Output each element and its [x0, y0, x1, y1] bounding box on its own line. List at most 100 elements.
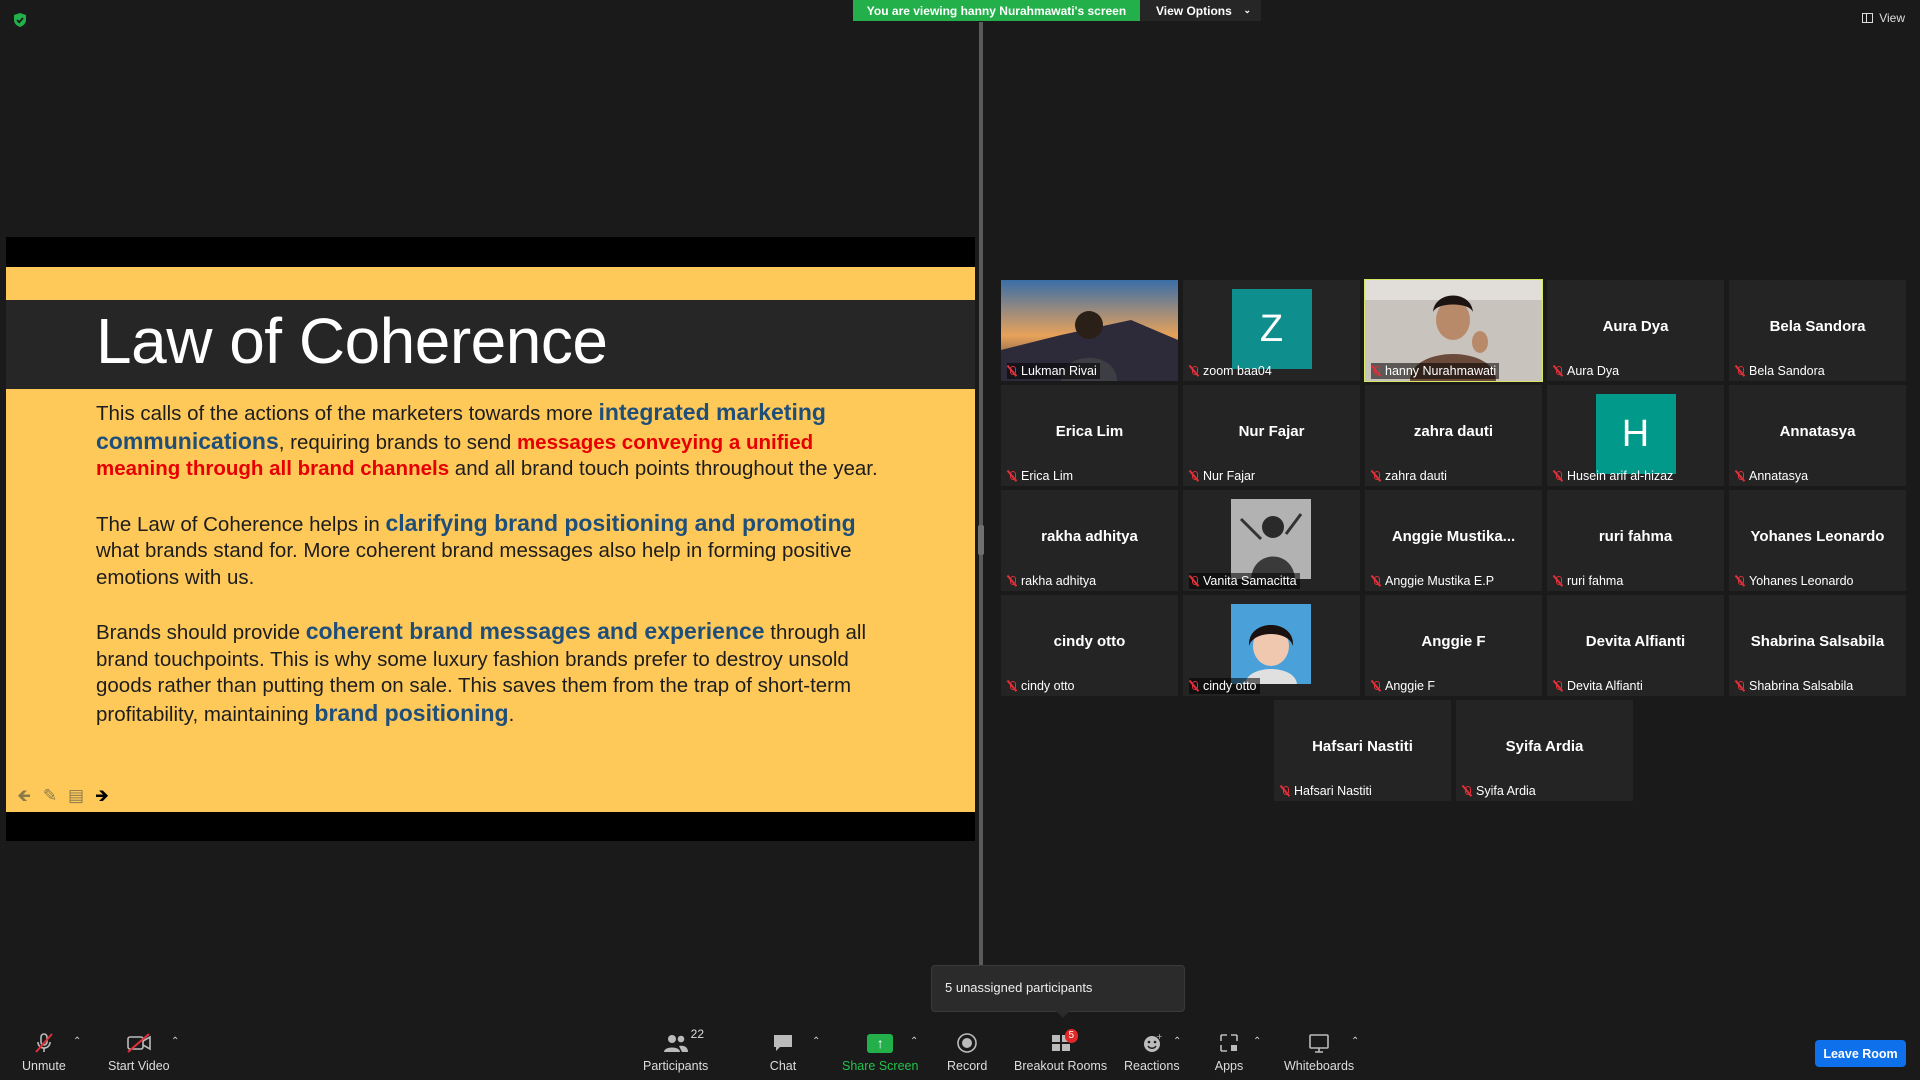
participant-tile[interactable]: H Husein arif al-hizaz: [1547, 385, 1724, 486]
leave-room-label: Leave Room: [1823, 1046, 1898, 1061]
participant-tile[interactable]: Bela Sandora Bela Sandora: [1729, 280, 1906, 381]
apps-button[interactable]: Apps: [1214, 1031, 1244, 1073]
meeting-window: You are viewing hanny Nurahmawati's scre…: [0, 0, 1920, 1080]
p3-text-a: Brands should provide: [96, 621, 306, 644]
audio-options-caret-icon[interactable]: ⌃: [73, 1036, 81, 1047]
shared-screen: Law of Coherence This calls of the actio…: [6, 237, 975, 841]
participant-name-label: Annatasya: [1735, 468, 1811, 484]
slideshow-controls: 🡸 ✎ ▤ 🡺: [14, 787, 112, 805]
view-options-button[interactable]: View Options ⌄: [1140, 0, 1261, 21]
participant-name-label: Anggie Mustika E.P: [1371, 573, 1497, 589]
participant-name: Annatasya: [1749, 469, 1809, 483]
participant-tile[interactable]: Lukman Rivai: [1001, 280, 1178, 381]
share-options-caret-icon[interactable]: ⌃: [910, 1036, 918, 1047]
participant-name-label: cindy otto: [1007, 678, 1078, 694]
start-video-button[interactable]: Start Video: [108, 1031, 170, 1073]
participants-count: 22: [690, 1027, 705, 1041]
presentation-slide: Law of Coherence This calls of the actio…: [6, 267, 975, 812]
participant-tile[interactable]: zahra dauti zahra dauti: [1365, 385, 1542, 486]
chat-options-caret-icon[interactable]: ⌃: [812, 1036, 820, 1047]
chat-icon: [768, 1031, 798, 1055]
participant-tile[interactable]: Hafsari Nastiti Hafsari Nastiti: [1274, 700, 1451, 801]
participant-tile[interactable]: Aura Dya Aura Dya: [1547, 280, 1724, 381]
microphone-muted-icon: [1553, 470, 1563, 482]
slide-paragraph-3: Brands should provide coherent brand mes…: [96, 618, 896, 728]
record-icon: [952, 1031, 982, 1055]
slide-menu-icon[interactable]: ▤: [66, 787, 86, 805]
participant-name: ruri fahma: [1567, 574, 1624, 588]
share-screen-button[interactable]: ↑ Share Screen: [842, 1031, 918, 1073]
pen-icon[interactable]: ✎: [40, 787, 60, 805]
p1-text-c: , requiring brands to send: [278, 430, 517, 454]
whiteboards-caret-icon[interactable]: ⌃: [1351, 1036, 1359, 1047]
leave-room-button[interactable]: Leave Room: [1815, 1040, 1906, 1067]
view-options-label: View Options: [1156, 3, 1232, 18]
security-shield-icon[interactable]: [12, 12, 28, 28]
breakout-rooms-button[interactable]: 5 Breakout Rooms: [1014, 1029, 1107, 1073]
participant-name: zahra dauti: [1385, 469, 1447, 483]
participant-name-label: Yohanes Leonardo: [1735, 573, 1857, 589]
previous-slide-icon[interactable]: 🡸: [14, 787, 34, 805]
video-options-caret-icon[interactable]: ⌃: [171, 1036, 179, 1047]
tooltip-text: 5 unassigned participants: [945, 980, 1093, 995]
participant-display-name: Devita Alfianti: [1585, 633, 1686, 650]
share-screen-icon-wrap: ↑: [865, 1031, 895, 1055]
participant-name: Yohanes Leonardo: [1749, 574, 1854, 588]
share-screen-label: Share Screen: [842, 1059, 919, 1073]
unassigned-participants-tooltip[interactable]: 5 unassigned participants: [931, 965, 1185, 1018]
slide-top-strip: [6, 267, 975, 300]
divider-drag-handle[interactable]: [978, 525, 984, 555]
participant-tile[interactable]: Zzoom baa04: [1183, 280, 1360, 381]
record-button[interactable]: Record: [947, 1031, 987, 1073]
record-label: Record: [947, 1059, 988, 1073]
participant-tile[interactable]: Devita Alfianti Devita Alfianti: [1547, 595, 1724, 696]
apps-label: Apps: [1214, 1059, 1244, 1073]
participant-tile[interactable]: Yohanes Leonardo Yohanes Leonardo: [1729, 490, 1906, 591]
whiteboards-button[interactable]: Whiteboards: [1284, 1031, 1354, 1073]
participant-tile[interactable]: Shabrina Salsabila Shabrina Salsabila: [1729, 595, 1906, 696]
view-layout-button[interactable]: View: [1862, 11, 1905, 25]
participant-name-label: Husein arif al-hizaz: [1553, 468, 1676, 484]
participant-name-label: cindy otto: [1189, 678, 1260, 694]
participant-name-label: Shabrina Salsabila: [1735, 678, 1856, 694]
participant-tile[interactable]: hanny Nurahmawati: [1364, 279, 1543, 382]
p3-highlight-blue: coherent brand messages and experience: [305, 618, 765, 644]
participant-tile[interactable]: rakha adhitya rakha adhitya: [1001, 490, 1178, 591]
chevron-down-icon: ⌄: [1243, 5, 1251, 15]
participant-display-name: Anggie Mustika...: [1391, 528, 1516, 545]
unmute-button[interactable]: Unmute: [22, 1031, 66, 1073]
microphone-muted-icon: [1371, 575, 1381, 587]
participant-tile[interactable]: cindy otto cindy otto: [1001, 595, 1178, 696]
participant-name-label: ruri fahma: [1553, 573, 1626, 589]
participant-name: Erica Lim: [1021, 469, 1074, 483]
microphone-muted-icon: [1371, 365, 1381, 377]
participants-button[interactable]: 22 Participants: [643, 1027, 708, 1073]
apps-caret-icon[interactable]: ⌃: [1253, 1036, 1261, 1047]
participant-name: cindy otto: [1021, 679, 1075, 693]
participant-tile[interactable]: Vanita Samacitta: [1183, 490, 1360, 591]
p1-text-e: and all brand touch points throughout th…: [449, 457, 878, 480]
participant-name-label: Bela Sandora: [1735, 363, 1828, 379]
participant-tile[interactable]: Syifa Ardia Syifa Ardia: [1456, 700, 1633, 801]
split-view-divider[interactable]: [979, 22, 983, 965]
next-slide-icon[interactable]: 🡺: [92, 787, 112, 805]
participant-tile[interactable]: Nur Fajar Nur Fajar: [1183, 385, 1360, 486]
p3-text-e: .: [508, 702, 515, 726]
participant-tile[interactable]: Annatasya Annatasya: [1729, 385, 1906, 486]
participant-name-label: Syifa Ardia: [1462, 783, 1539, 799]
reactions-caret-icon[interactable]: ⌃: [1173, 1036, 1181, 1047]
participant-tile[interactable]: Anggie F Anggie F: [1365, 595, 1542, 696]
chat-button[interactable]: Chat: [768, 1031, 798, 1073]
microphone-muted-icon: [1007, 365, 1017, 377]
microphone-muted-icon: [1735, 365, 1745, 377]
participant-tile[interactable]: ruri fahma ruri fahma: [1547, 490, 1724, 591]
microphone-muted-icon: [1735, 470, 1745, 482]
reactions-button[interactable]: + Reactions: [1124, 1031, 1180, 1073]
microphone-muted-icon: [1462, 785, 1472, 797]
participant-tile[interactable]: cindy otto: [1183, 595, 1360, 696]
participant-name-label: Nur Fajar: [1189, 468, 1258, 484]
participant-name: Lukman Rivai: [1021, 364, 1097, 378]
participant-tile[interactable]: Erica Lim Erica Lim: [1001, 385, 1178, 486]
participant-name: Husein arif al-hizaz: [1567, 469, 1674, 483]
participant-tile[interactable]: Anggie Mustika... Anggie Mustika E.P: [1365, 490, 1542, 591]
